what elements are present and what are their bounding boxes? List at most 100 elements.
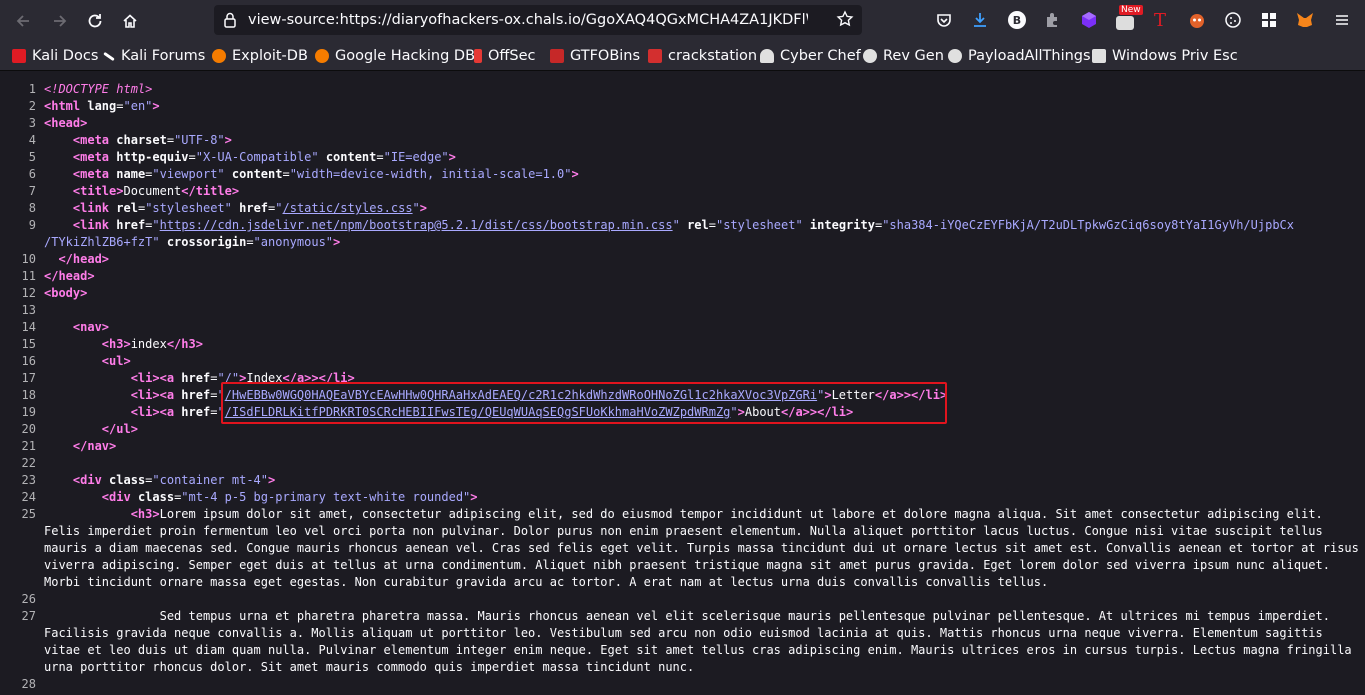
source-line: <title>Document</title> xyxy=(72,184,240,198)
fox-extension-icon[interactable] xyxy=(1185,8,1209,32)
bookmark-windows-priv-esc[interactable]: Windows Priv Esc xyxy=(1092,46,1238,66)
source-line: <div class="container mt-4"> xyxy=(72,473,276,487)
view-source-content: 1 2 3 4 5 6 7 8 9 10 11 12 13 14 15 16 1… xyxy=(0,71,1365,695)
line-number: 4 xyxy=(28,133,36,147)
menu-hamburger-icon[interactable] xyxy=(1330,8,1354,32)
bookmark-rev-gen[interactable]: Rev Gen xyxy=(863,46,944,66)
source-line-wrap: Felis imperdiet proin fermentum leo vel … xyxy=(44,524,1323,538)
metamask-fox-icon[interactable] xyxy=(1293,8,1317,32)
bookmark-crackstation[interactable]: crackstation xyxy=(648,46,757,66)
url-text[interactable]: view-source:https://diaryofhackers-ox.ch… xyxy=(248,5,808,35)
source-line: <html lang="en"> xyxy=(44,99,160,113)
line-number: 5 xyxy=(28,150,36,164)
line-number: 28 xyxy=(21,677,36,691)
line-number: 3 xyxy=(28,116,36,130)
bookmark-cyber-chef[interactable]: Cyber Chef xyxy=(760,46,861,66)
letter-link[interactable]: /HwEBBw0WGQ0HAQEaVBYcEAwHHw0QHRAaHxAdEAE… xyxy=(225,388,817,402)
browser-toolbar: view-source:https://diaryofhackers-ox.ch… xyxy=(0,0,1365,41)
reload-button[interactable] xyxy=(80,6,110,36)
github-icon xyxy=(948,49,962,63)
t-extension-icon[interactable]: T xyxy=(1148,8,1172,32)
extension-puzzle-icon[interactable] xyxy=(1040,8,1064,32)
source-line: <h3>index</h3> xyxy=(101,337,203,351)
profile-icon[interactable]: B xyxy=(1005,8,1029,32)
cookie-icon[interactable] xyxy=(1221,8,1245,32)
source-line-wrap: viverra adipiscing. Semper eget duis at … xyxy=(44,558,1330,572)
index-link[interactable]: / xyxy=(225,371,232,385)
bookmark-google-hacking-db[interactable]: Google Hacking DB xyxy=(315,46,475,66)
home-button[interactable] xyxy=(115,6,145,36)
bookmark-offsec[interactable]: OffSec xyxy=(474,46,536,66)
source-line: <link href="https://cdn.jsdelivr.net/npm… xyxy=(72,218,1294,232)
line-number: 2 xyxy=(28,99,36,113)
line-number: 27 xyxy=(21,609,36,623)
source-line: <meta name="viewport" content="width=dev… xyxy=(72,167,579,181)
line-number: 8 xyxy=(28,201,36,215)
source-line: <h3>Lorem ipsum dolor sit amet, consecte… xyxy=(130,507,1323,521)
source-line: <meta charset="UTF-8"> xyxy=(72,133,232,147)
line-number: 26 xyxy=(21,592,36,606)
line-number: 9 xyxy=(28,218,36,232)
source-line: <!DOCTYPE html> xyxy=(44,82,153,96)
address-bar[interactable]: view-source:https://diaryofhackers-ox.ch… xyxy=(214,5,862,35)
bookmark-exploit-db[interactable]: Exploit-DB xyxy=(212,46,308,66)
windows-priv-esc-icon xyxy=(1092,49,1106,63)
line-number: 20 xyxy=(21,422,36,436)
bookmark-payloadallthings[interactable]: PayloadAllThings xyxy=(948,46,1091,66)
skull-icon xyxy=(863,49,877,63)
line-number: 15 xyxy=(21,337,36,351)
back-arrow-icon xyxy=(16,15,29,27)
new-badge: New xyxy=(1119,5,1143,15)
source-line-wrap: mauris a diam maecenas sed. Congue mauri… xyxy=(44,541,1359,555)
bookmark-kali-docs[interactable]: Kali Docs xyxy=(12,46,98,66)
forward-arrow-icon xyxy=(54,15,67,27)
line-number: 24 xyxy=(21,490,36,504)
extensions-grid-icon[interactable] xyxy=(1257,8,1281,32)
crackstation-icon xyxy=(648,49,662,63)
line-number: 19 xyxy=(21,405,36,419)
source-line: <div class="mt-4 p-5 bg-primary text-whi… xyxy=(101,490,478,504)
bookmarks-toolbar: Kali Docs Kali Forums Exploit-DB Google … xyxy=(0,41,1365,71)
line-number: 7 xyxy=(28,184,36,198)
line-number: 22 xyxy=(21,456,36,470)
line-number: 23 xyxy=(21,473,36,487)
offsec-icon xyxy=(474,49,482,63)
line-number: 13 xyxy=(21,303,36,317)
source-line: <li><a href="/ISdFLDRLKitfPDRKRT0SCRcHEB… xyxy=(130,405,854,419)
cyber-chef-icon xyxy=(760,49,774,63)
home-icon xyxy=(123,14,137,28)
exploit-db-icon xyxy=(212,49,226,63)
line-number: 1 xyxy=(28,82,36,96)
pocket-icon[interactable] xyxy=(932,8,956,32)
new-extension-icon[interactable]: New xyxy=(1113,5,1143,32)
line-number: 16 xyxy=(21,354,36,368)
forward-button[interactable] xyxy=(45,6,75,36)
source-line: <li><a href="/">Index</a>></li> xyxy=(130,371,355,385)
reload-icon xyxy=(88,14,102,28)
source-line-wrap: Morbi tincidunt ornare massa eget egesta… xyxy=(44,575,1049,589)
bookmark-kali-forums[interactable]: Kali Forums xyxy=(103,46,205,66)
source-line-wrap: /TYkiZhlZB6+fzT" crossorigin="anonymous"… xyxy=(44,235,341,249)
kali-dragon-icon xyxy=(103,51,115,61)
source-line: <li><a href="/HwEBBw0WGQ0HAQEaVBYcEAwHHw… xyxy=(130,388,948,402)
bookmark-gtfobins[interactable]: GTFOBins xyxy=(550,46,640,66)
downloads-icon[interactable] xyxy=(968,8,992,32)
line-number: 11 xyxy=(21,269,36,283)
purple-cube-extension-icon[interactable] xyxy=(1077,8,1101,32)
back-button[interactable] xyxy=(8,6,38,36)
source-line: <nav> xyxy=(72,320,110,334)
line-number: 18 xyxy=(21,388,36,402)
lock-icon xyxy=(222,11,238,33)
source-line: <meta http-equiv="X-UA-Compatible" conte… xyxy=(72,150,456,164)
source-line-wrap: vitae et leo duis ut diam quam nulla. Pu… xyxy=(44,643,1352,657)
about-link[interactable]: /ISdFLDRLKitfPDRKRT0SCRcHEBIIFwsTEg/QEUq… xyxy=(225,405,731,419)
line-number: 12 xyxy=(21,286,36,300)
bookmark-star-icon[interactable] xyxy=(836,10,854,32)
line-number: 21 xyxy=(21,439,36,453)
bootstrap-css-link[interactable]: https://cdn.jsdelivr.net/npm/bootstrap@5… xyxy=(160,218,673,232)
source-line: </ul> xyxy=(101,422,138,436)
line-number: 14 xyxy=(21,320,36,334)
stylesheet-link[interactable]: /static/styles.css xyxy=(283,201,413,215)
gtfobins-icon xyxy=(550,49,564,63)
source-line: </nav> xyxy=(72,439,117,453)
